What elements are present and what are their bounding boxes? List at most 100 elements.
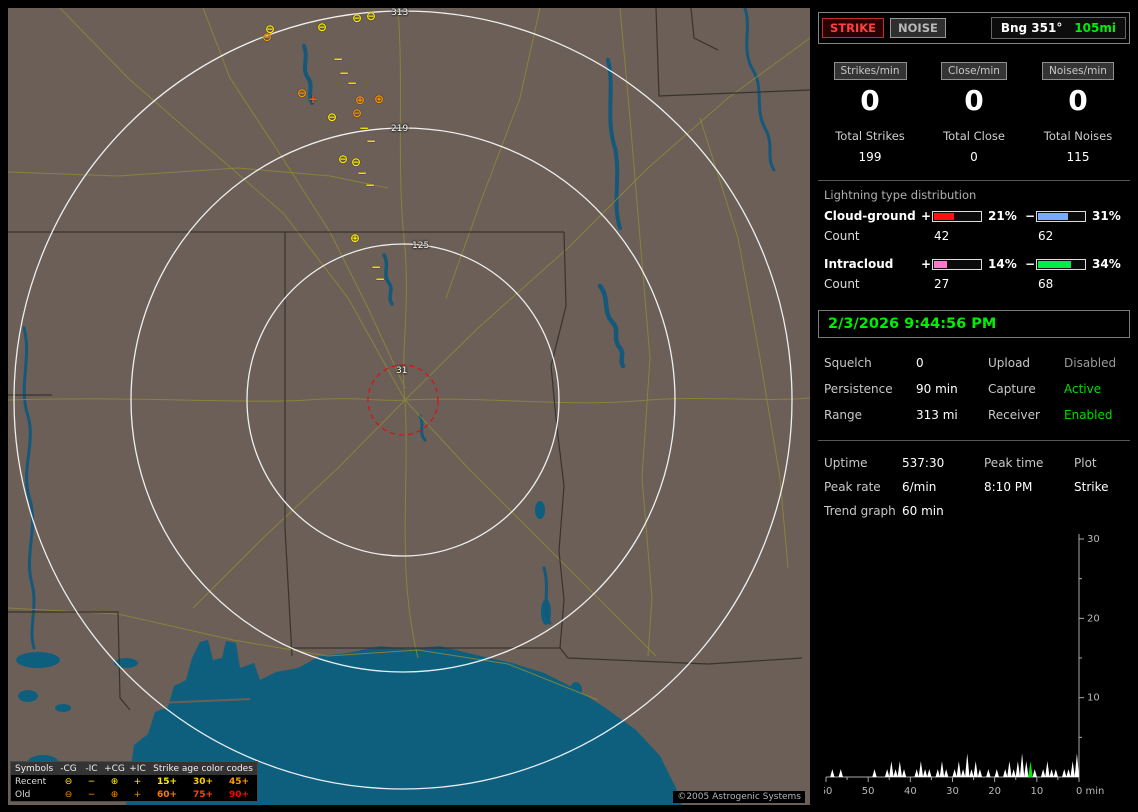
receiver-status: Enabled xyxy=(1064,408,1136,422)
strike-marker-neg-cg: ⊖ xyxy=(352,12,362,24)
plus-sign: + xyxy=(920,209,932,223)
svg-text:30: 30 xyxy=(946,786,959,797)
strikes-per-min-value: 0 xyxy=(818,84,922,117)
strike-marker-neg-ic: − xyxy=(365,179,375,191)
svg-text:60: 60 xyxy=(824,786,832,797)
uptime-value: 537:30 xyxy=(902,456,984,470)
cg-positive-count: 42 xyxy=(932,229,984,243)
trend-graph: 3020106050403020100 min xyxy=(818,527,1130,812)
svg-text:20: 20 xyxy=(1087,613,1100,624)
strike-marker-neg-cg: ⊖ xyxy=(297,87,307,99)
settings-section: Squelch 0 Upload Disabled Persistence 90… xyxy=(818,338,1130,432)
peak-rate-value: 6/min xyxy=(902,480,984,494)
strike-marker-neg-cg: ⊖ xyxy=(366,10,376,22)
legend-col-pos-ic: +IC xyxy=(126,764,149,774)
strike-marker-neg-ic: − xyxy=(366,135,376,147)
svg-text:30: 30 xyxy=(1087,534,1100,545)
squelch-row: Squelch 0 Upload Disabled xyxy=(824,350,1124,376)
ic-positive-pct: 14% xyxy=(984,257,1024,271)
strike-marker-pos-cg: ⊕ xyxy=(350,232,360,244)
app-window: 313 219 125 31 ⊖⊖⊖⊖⊖−−−+⊖⊕⊕⊖⊖−−⊖⊖−−⊕−− S… xyxy=(0,0,1138,812)
noises-per-min-value: 0 xyxy=(1026,84,1130,117)
peak-time-value: 8:10 PM xyxy=(984,480,1074,494)
legend-recent-label: Recent xyxy=(11,777,57,787)
cg-positive-pct: 21% xyxy=(984,209,1024,223)
cloud-ground-count-row: Count 42 62 xyxy=(818,226,1130,246)
rivers xyxy=(24,8,774,648)
map-display[interactable]: 313 219 125 31 ⊖⊖⊖⊖⊖−−−+⊖⊕⊕⊖⊖−−⊖⊖−−⊕−− S… xyxy=(8,8,810,805)
plot-value: Strike xyxy=(1074,480,1136,494)
total-noises-value: 115 xyxy=(1026,150,1130,164)
cg-negative-fill xyxy=(1038,213,1068,220)
peak-time-label: Peak time xyxy=(984,456,1074,470)
persistence-row: Persistence 90 min Capture Active xyxy=(824,376,1124,402)
trend-graph-label: Trend graph xyxy=(824,504,902,518)
ic-positive-fill xyxy=(934,261,947,268)
legend-symbols-label: Symbols xyxy=(11,764,57,774)
noise-button[interactable]: NOISE xyxy=(890,18,946,38)
total-strikes-value: 199 xyxy=(818,150,922,164)
plus-sign: + xyxy=(920,257,932,271)
bearing-box: Bng 351° 105mi xyxy=(991,17,1126,39)
uptime-label: Uptime xyxy=(824,456,902,470)
range-value: 313 mi xyxy=(916,408,988,422)
strike-marker-neg-ic: − xyxy=(347,77,357,89)
pos-cg-old-icon: ⊕ xyxy=(103,790,126,800)
receiver-label: Receiver xyxy=(988,408,1064,422)
legend-old-row: Old ⊖ − ⊕ + 60+ 75+ 90+ xyxy=(11,788,257,801)
svg-text:10: 10 xyxy=(1087,693,1100,704)
close-per-min-box[interactable]: Close/min xyxy=(941,62,1007,80)
cg-negative-pct: 31% xyxy=(1088,209,1128,223)
legend-recent-row: Recent ⊖ − ⊕ + 15+ 30+ 45+ xyxy=(11,775,257,788)
capture-label: Capture xyxy=(988,382,1064,396)
bearing-label: Bng 351° xyxy=(1001,21,1063,35)
stats-section: Uptime 537:30 Peak time Plot Peak rate 6… xyxy=(818,441,1130,523)
neg-cg-old-icon: ⊖ xyxy=(57,790,80,800)
peak-rate-row: Peak rate 6/min 8:10 PM Strike xyxy=(824,475,1124,499)
svg-text:10: 10 xyxy=(1030,786,1043,797)
strikes-per-min-box[interactable]: Strikes/min xyxy=(834,62,907,80)
datetime-display: 2/3/2026 9:44:56 PM xyxy=(818,310,1130,338)
trend-graph-svg: 3020106050403020100 min xyxy=(824,527,1124,811)
distribution-title: Lightning type distribution xyxy=(818,181,1130,206)
persistence-label: Persistence xyxy=(824,382,916,396)
ring-label: 313 xyxy=(391,9,408,18)
strike-marker-neg-ic: − xyxy=(359,122,369,134)
pos-ic-recent-icon: + xyxy=(126,777,149,787)
legend-age-title: Strike age color codes xyxy=(149,764,257,774)
upload-label: Upload xyxy=(988,356,1064,370)
uptime-row: Uptime 537:30 Peak time Plot xyxy=(824,451,1124,475)
svg-text:0 min: 0 min xyxy=(1076,786,1104,797)
strike-marker-neg-ic: − xyxy=(333,53,343,65)
total-noises-label: Total Noises xyxy=(1026,129,1130,143)
total-close-value: 0 xyxy=(922,150,1026,164)
count-label: Count xyxy=(824,229,920,243)
map-legend: Symbols -CG -IC +CG +IC Strike age color… xyxy=(10,761,258,802)
rate-col-close: Close/min 0 Total Close 0 xyxy=(922,62,1026,164)
rate-col-noises: Noises/min 0 Total Noises 115 xyxy=(1026,62,1130,164)
strike-marker-pos-ic: + xyxy=(308,93,318,105)
capture-status: Active xyxy=(1064,382,1136,396)
ring-label: 219 xyxy=(391,125,408,134)
age-code-90: 90+ xyxy=(221,790,257,800)
copyright-text: ©2005 Astrogenic Systems xyxy=(673,791,805,803)
strike-marker-neg-cg: ⊖ xyxy=(317,21,327,33)
noises-per-min-box[interactable]: Noises/min xyxy=(1042,62,1114,80)
strike-marker-pos-cg: ⊕ xyxy=(355,94,365,106)
cg-negative-count: 62 xyxy=(1036,229,1088,243)
peak-rate-label: Peak rate xyxy=(824,480,902,494)
pos-cg-recent-icon: ⊕ xyxy=(103,777,126,787)
ic-positive-bar xyxy=(932,259,982,270)
squelch-label: Squelch xyxy=(824,356,916,370)
neg-cg-recent-icon: ⊖ xyxy=(57,777,80,787)
bearing-distance: 105mi xyxy=(1074,21,1116,35)
count-label: Count xyxy=(824,277,920,291)
intracloud-count-row: Count 27 68 xyxy=(818,274,1130,294)
age-code-45: 45+ xyxy=(221,777,257,787)
neg-ic-recent-icon: − xyxy=(80,777,103,787)
strike-button[interactable]: STRIKE xyxy=(822,18,884,38)
strike-marker-pos-cg: ⊕ xyxy=(374,93,384,105)
age-code-15: 15+ xyxy=(149,777,185,787)
rate-col-strikes: Strikes/min 0 Total Strikes 199 xyxy=(818,62,922,164)
range-label: Range xyxy=(824,408,916,422)
